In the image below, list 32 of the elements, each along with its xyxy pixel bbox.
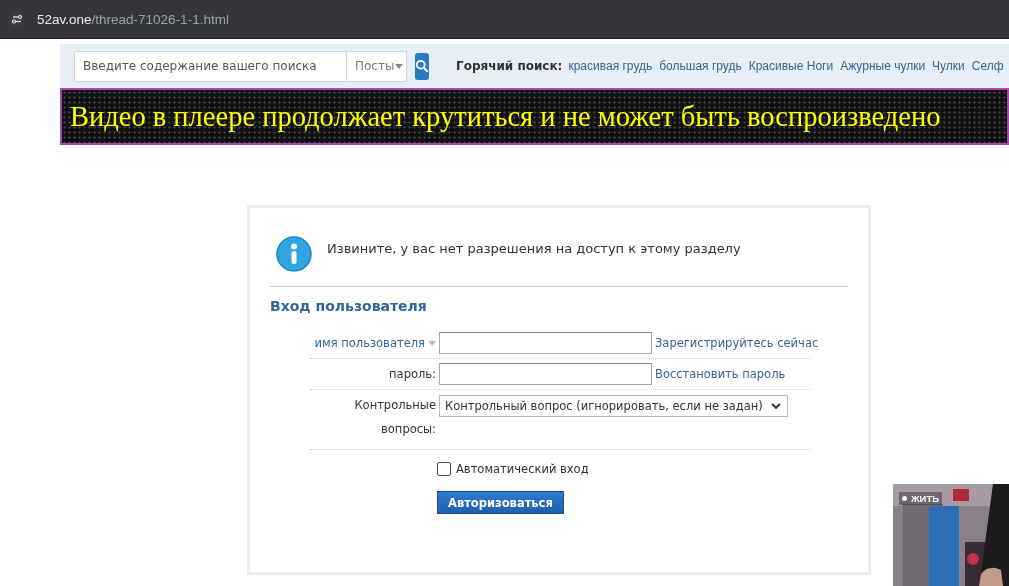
caret-icon (428, 340, 436, 346)
form-link[interactable]: Восстановить пароль (655, 367, 810, 381)
hot-search-link[interactable]: большая грудь (659, 59, 742, 73)
live-label: ЖИТЬ (911, 493, 940, 504)
site-settings-icon[interactable] (9, 11, 25, 27)
search-button[interactable] (415, 52, 429, 80)
field-label: пароль: (389, 367, 436, 381)
hot-search-link[interactable]: Чулки (932, 59, 965, 73)
search-scope-dropdown[interactable]: Посты (346, 50, 407, 82)
field-label[interactable]: имя пользователя (314, 336, 425, 350)
question-dropdown[interactable]: Контрольный вопрос (игнорировать, если не задан) (439, 395, 788, 417)
search-field[interactable]: Введите содержание вашего поиска (74, 50, 346, 82)
hot-search-link[interactable]: красивая грудь (568, 59, 653, 73)
hot-search-link[interactable]: Ажурные чулки (840, 59, 926, 73)
dot-icon (902, 496, 907, 501)
login-title: Вход пользователя (270, 298, 428, 314)
field-label: Контрольные вопросы: (353, 397, 436, 438)
auto-login-label: Автоматический вход (456, 462, 589, 476)
input-field[interactable] (439, 363, 652, 385)
input-field[interactable] (439, 332, 652, 354)
form-link[interactable]: Зарегистрируйтесь сейчас (655, 336, 819, 350)
banner-text: Видео в плеере продолжает крутиться и не может быть воспроизведено (70, 100, 941, 133)
auto-login-checkbox[interactable] (437, 462, 451, 476)
caret-icon (395, 63, 404, 69)
hot-search-link[interactable]: Красивые Ноги (748, 59, 834, 73)
info-icon (276, 236, 312, 272)
hot-search-link[interactable]: Селф (971, 59, 1004, 73)
hot-search-label: Горячий поиск: (456, 59, 563, 73)
login-button[interactable]: Авторизоваться (437, 491, 564, 514)
url-text[interactable]: 52av.one/thread-71026-1-1.html (37, 11, 229, 27)
chevron-icon (770, 403, 781, 409)
notice-text: Извините, у вас нет разрешения на доступ к этому разделу (327, 240, 741, 256)
